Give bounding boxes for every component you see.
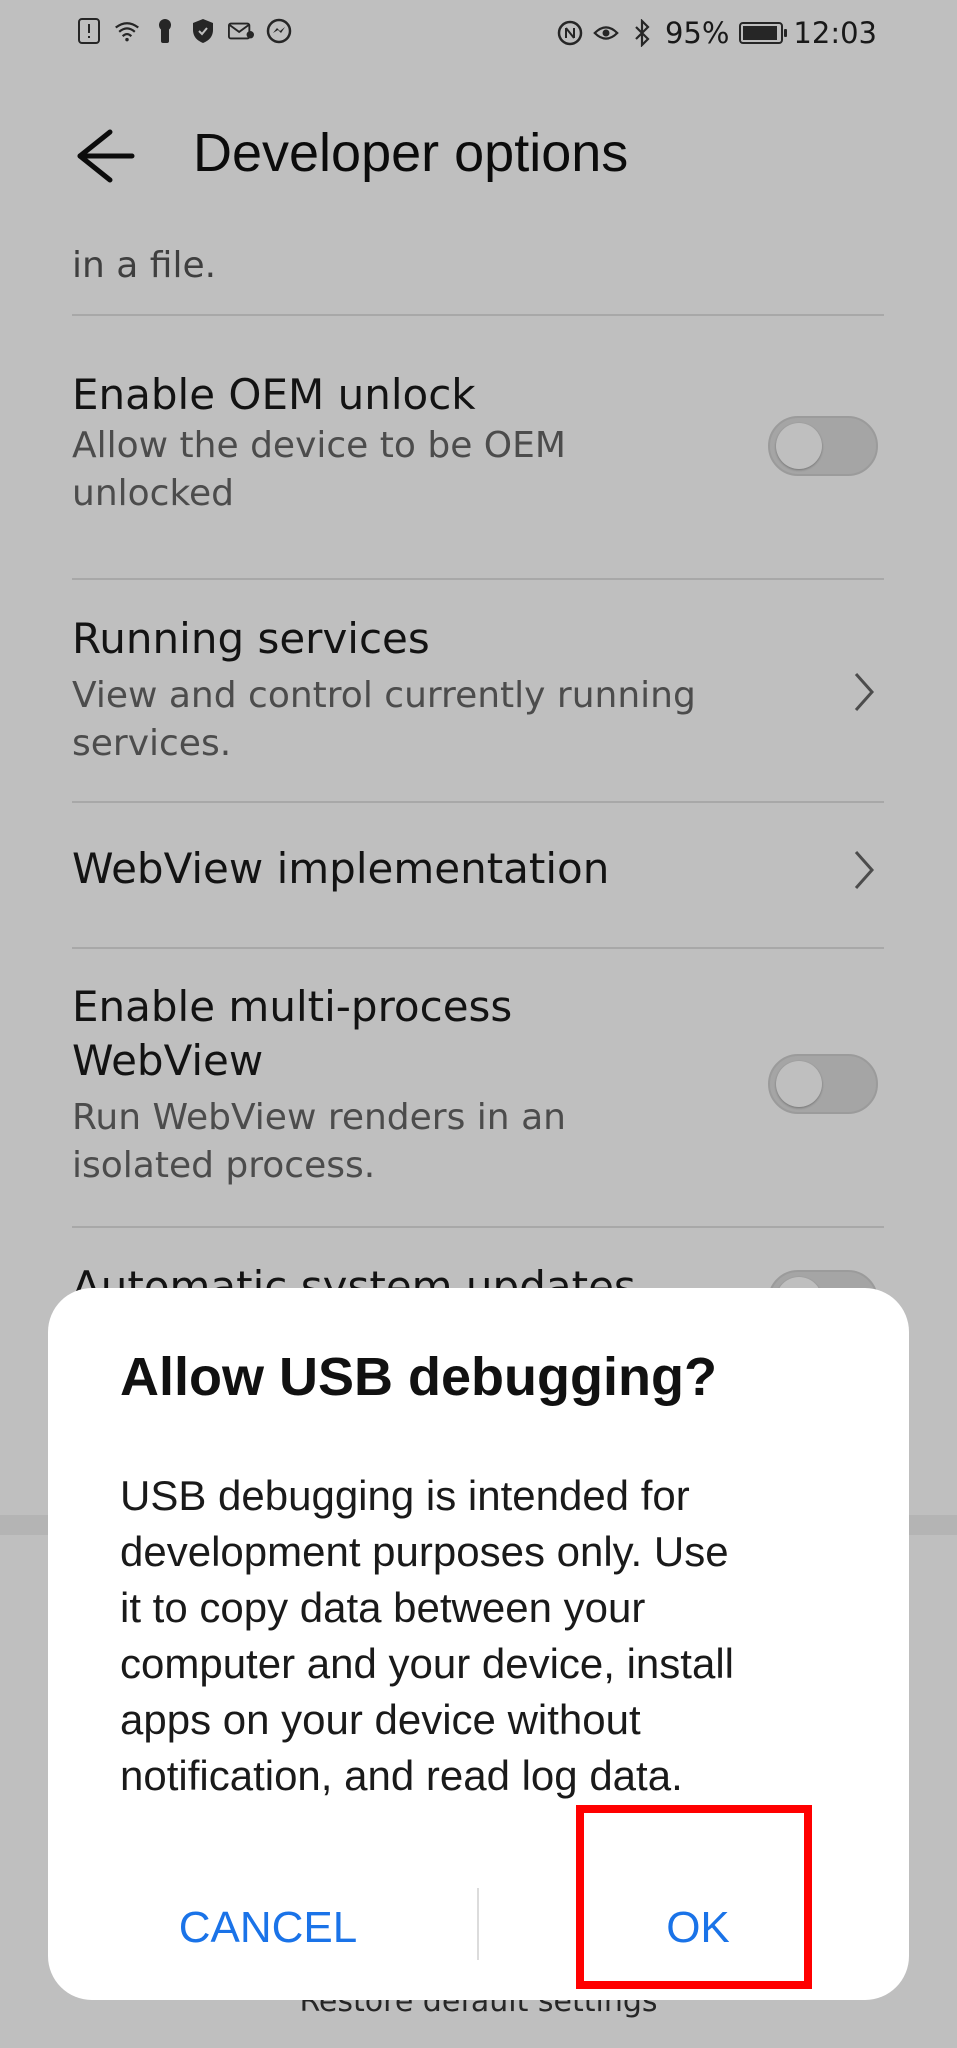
- dialog-message: USB debugging is intended for developmen…: [120, 1468, 850, 1804]
- dialog-message-line: apps on your device without: [120, 1696, 641, 1743]
- dialog-title: Allow USB debugging?: [120, 1347, 717, 1407]
- ok-button-highlight: [576, 1805, 812, 1989]
- dialog-message-line: development purposes only. Use: [120, 1528, 729, 1575]
- dialog-message-line: USB debugging is intended for: [120, 1472, 690, 1519]
- dialog-message-line: computer and your device, install: [120, 1640, 734, 1687]
- cancel-button[interactable]: CANCEL: [88, 1878, 448, 1978]
- button-separator: [477, 1888, 479, 1960]
- dialog-message-line: it to copy data between your: [120, 1584, 646, 1631]
- dialog-message-line: notification, and read log data.: [120, 1752, 683, 1799]
